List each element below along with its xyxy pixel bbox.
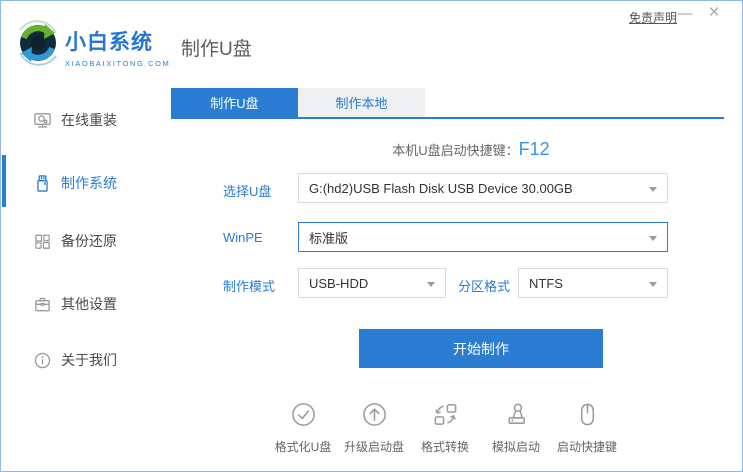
brand-name: 小白系统 [65,31,153,54]
boot-hotkey-value: F12 [518,139,550,159]
info-icon [34,352,51,368]
backup-grid-icon [35,234,50,249]
usb-select-value: G:(hd2)USB Flash Disk USB Device 30.00GB [309,180,573,196]
usb-drive-icon [37,174,48,192]
sidebar-item-make-system[interactable]: 制作系统 [1,171,171,195]
sidebar-item-backup-restore[interactable]: 备份还原 [1,229,171,253]
minimize-button[interactable]: — [675,4,695,24]
tool-label: 格式化U盘 [274,440,332,454]
app-logo-icon [19,20,57,66]
winpe-select-value: 标准版 [309,230,349,246]
format-convert-icon [434,404,456,425]
chevron-down-icon [649,236,657,241]
tool-label: 升级启动盘 [343,440,404,454]
start-make-button[interactable]: 开始制作 [359,329,603,368]
simulate-boot-icon [507,403,525,424]
upgrade-boot-icon [362,403,386,426]
tool-boot-hotkey[interactable]: 启动快捷键 [553,401,621,455]
tools-row: 格式化U盘 升级启动盘 格式转换 模拟启动 启动快捷键 [269,401,621,455]
tab-underline [171,117,724,119]
tab-make-local[interactable]: 制作本地 [298,88,425,117]
sidebar-item-about-us[interactable]: 关于我们 [1,348,171,372]
mode-select-value: USB-HDD [309,275,369,291]
page-title: 制作U盘 [181,39,252,60]
tool-format-convert[interactable]: 格式转换 [411,401,479,455]
sidebar-item-label: 备份还原 [61,233,117,249]
sidebar-item-online-reinstall[interactable]: 在线重装 [1,108,171,132]
sidebar-item-label: 关于我们 [61,352,117,368]
boot-hotkey-icon [580,403,594,426]
brand-block: 小白系统 XIAOBAIXITONG.COM [65,26,170,68]
brand-domain: XIAOBAIXITONG.COM [65,59,171,68]
winpe-select[interactable]: 标准版 [298,222,668,252]
sidebar-item-other-settings[interactable]: 其他设置 [1,292,171,316]
boot-hotkey-line: 本机U盘启动快捷键：F12 [251,139,691,160]
sidebar-item-label: 其他设置 [61,296,117,312]
chevron-down-icon [427,282,435,287]
partition-select-value: NTFS [529,275,563,291]
monitor-icon [34,112,51,128]
format-usb-icon [291,403,315,426]
tool-label: 格式转换 [420,440,469,454]
app-window: 免责声明 — × 小白系统 XIAOBAIXITONG.COM 制作U盘 在线重… [0,0,743,472]
partition-select[interactable]: NTFS [518,268,668,298]
mode-select[interactable]: USB-HDD [298,268,446,298]
briefcase-icon [35,297,50,311]
mode-select-label: 制作模式 [223,279,276,294]
partition-select-label: 分区格式 [458,279,511,294]
sidebar-item-label: 制作系统 [61,175,117,191]
disclaimer-link[interactable]: 免责声明 [629,9,677,26]
tab-make-usb[interactable]: 制作U盘 [171,88,298,117]
boot-hotkey-label: 本机U盘启动快捷键： [392,143,519,158]
chevron-down-icon [649,282,657,287]
winpe-select-label: WinPE [223,230,263,245]
tool-label: 启动快捷键 [556,440,617,454]
tool-format-usb[interactable]: 格式化U盘 [269,401,337,455]
chevron-down-icon [649,187,657,192]
usb-select-label: 选择U盘 [223,184,272,199]
tool-simulate-boot[interactable]: 模拟启动 [482,401,550,455]
usb-select[interactable]: G:(hd2)USB Flash Disk USB Device 30.00GB [298,173,668,203]
sidebar-item-label: 在线重装 [61,112,117,128]
close-button[interactable]: × [703,2,725,24]
tool-upgrade-boot[interactable]: 升级启动盘 [340,401,408,455]
tool-label: 模拟启动 [491,440,540,454]
